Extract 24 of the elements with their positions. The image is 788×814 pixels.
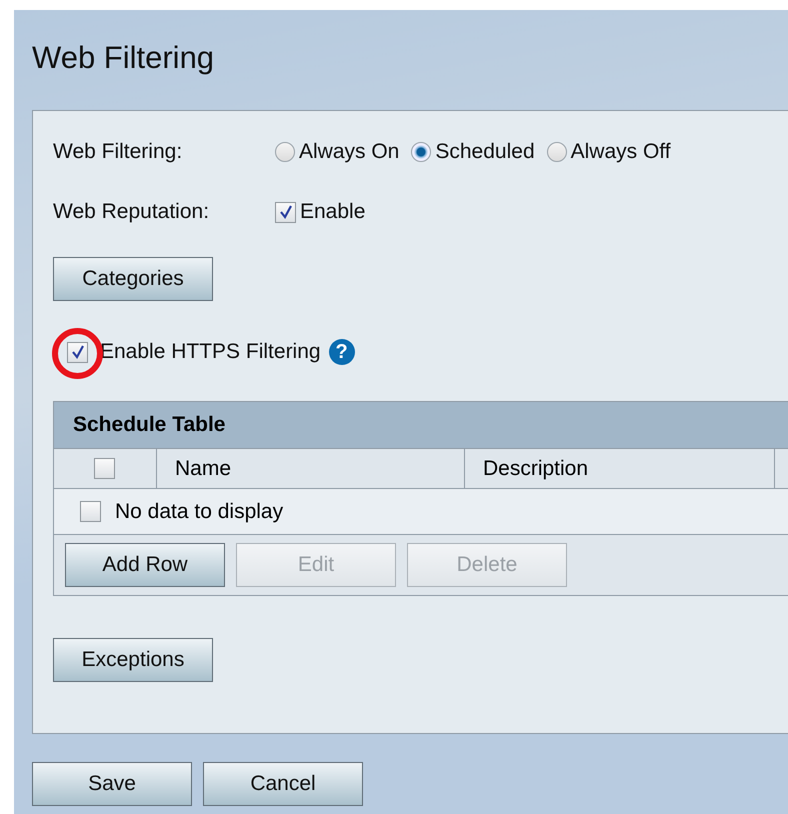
field-label: Web Filtering:: [53, 140, 184, 164]
field-label: Web Reputation:: [53, 200, 210, 224]
empty-message: No data to display: [115, 500, 284, 524]
help-icon[interactable]: ?: [328, 339, 355, 365]
footer-button[interactable]: Save: [32, 762, 192, 806]
option-label: Always Off: [570, 140, 671, 164]
radio-button[interactable]: [411, 142, 432, 162]
categories-button[interactable]: Categories: [53, 257, 213, 301]
option-label: Scheduled: [435, 140, 535, 164]
row-checkbox[interactable]: [80, 501, 101, 522]
checkbox[interactable]: [67, 342, 88, 362]
select-all-checkbox[interactable]: [94, 458, 115, 479]
column-header: Name: [157, 449, 465, 488]
radio-button[interactable]: [275, 142, 295, 162]
option-label: Always On: [299, 140, 400, 164]
checkbox-label: Enable: [300, 200, 366, 224]
table-title: Schedule Table: [54, 402, 788, 449]
footer-button[interactable]: Cancel: [203, 762, 363, 806]
column-header: Description: [465, 449, 775, 488]
radio-button[interactable]: [546, 142, 567, 162]
page-title: Web Filtering: [32, 40, 214, 77]
checkbox[interactable]: [275, 202, 296, 222]
table-button[interactable]: Add Row: [65, 543, 225, 587]
exceptions-button[interactable]: Exceptions: [53, 638, 213, 682]
